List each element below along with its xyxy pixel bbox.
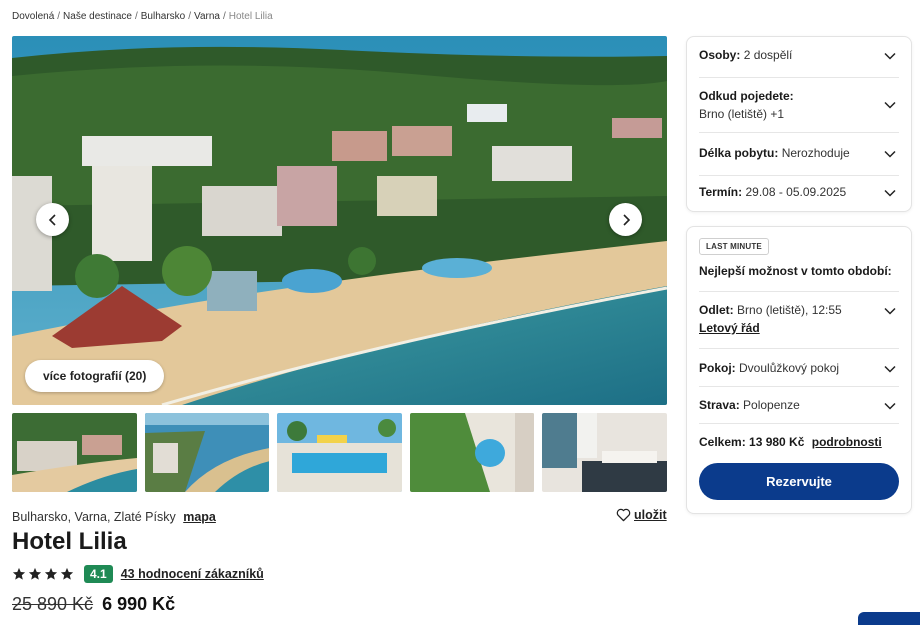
hotel-stars: [12, 567, 74, 581]
previous-photo-button[interactable]: [36, 203, 69, 236]
room-label: Pokoj:: [699, 361, 736, 375]
main-photo[interactable]: více fotografií (20): [12, 36, 667, 405]
hotel-location: Bulharsko, Varna, Zlaté Písky mapa: [12, 510, 216, 524]
flight-label: Odlet:: [699, 303, 734, 317]
star-icon: [12, 567, 26, 580]
flight-schedule-link[interactable]: Letový řád: [699, 321, 760, 335]
flight-value: Brno (letiště), 12:55: [737, 303, 842, 317]
board-value: Polopenze: [743, 398, 800, 412]
departure-selector[interactable]: Odkud pojedete: Brno (letiště) +1: [699, 87, 899, 133]
chevron-down-icon: [884, 150, 896, 158]
chevron-down-icon: [884, 365, 896, 373]
total-price: Celkem: 13 980 Kč podrobnosti: [699, 435, 882, 449]
new-price: 6 990 Kč: [102, 594, 176, 614]
flight-selector[interactable]: Odlet: Brno (letiště), 12:55 Letový řád: [699, 301, 899, 349]
thumbnail[interactable]: [12, 413, 137, 492]
chevron-down-icon: [884, 101, 896, 109]
term-value: 29.08 - 05.09.2025: [745, 185, 847, 199]
breadcrumb-separator: /: [222, 11, 226, 22]
breadcrumb-item-dovolena[interactable]: Dovolená: [12, 11, 54, 22]
length-label: Délka pobytu:: [699, 146, 779, 160]
room-value: Dvoulůžkový pokoj: [739, 361, 840, 375]
total-label: Celkem: 13 980 Kč: [699, 435, 805, 449]
board-selector[interactable]: Strava: Polopenze: [699, 396, 899, 424]
main-photo-image: [12, 36, 667, 405]
thumbnail[interactable]: [542, 413, 667, 492]
last-minute-badge: LAST MINUTE: [699, 238, 769, 255]
term-selector[interactable]: Termín: 29.08 - 05.09.2025: [699, 183, 899, 205]
reserve-button[interactable]: Rezervujte: [699, 463, 899, 500]
length-selector[interactable]: Délka pobytu: Nerozhoduje: [699, 144, 899, 176]
chevron-down-icon: [884, 52, 896, 60]
chevron-down-icon: [884, 189, 896, 197]
thumbnail[interactable]: [144, 413, 270, 492]
offer-panel: LAST MINUTE Nejlepší možnost v tomto obd…: [686, 226, 912, 514]
persons-value: 2 dospělí: [743, 48, 793, 62]
breadcrumb-current: Hotel Lilia: [228, 11, 273, 22]
location-text: Bulharsko, Varna, Zlaté Písky: [12, 510, 176, 524]
thumbnail-image: [12, 413, 137, 492]
chevron-down-icon: [884, 402, 896, 410]
thumbnail-strip: [12, 413, 667, 492]
thumbnail-image: [277, 413, 402, 492]
breadcrumb-item-varna[interactable]: Varna: [194, 11, 220, 22]
thumbnail-image: [144, 413, 270, 492]
breadcrumb-separator: /: [57, 11, 61, 22]
best-option-heading: Nejlepší možnost v tomto období:: [699, 264, 892, 278]
thumbnail[interactable]: [409, 413, 535, 492]
persons-label: Osoby:: [699, 48, 741, 62]
save-label: uložit: [634, 508, 667, 522]
thumbnail-image: [409, 413, 535, 492]
chevron-down-icon: [884, 307, 896, 315]
departure-value: Brno (letiště) +1: [699, 107, 785, 121]
thumbnail-image: [542, 413, 667, 492]
heart-icon: [616, 508, 631, 522]
breadcrumb-separator: /: [188, 11, 192, 22]
chevron-left-icon: [48, 213, 56, 226]
search-panel: Osoby: 2 dospělí Odkud pojedete: Brno (l…: [686, 36, 912, 212]
old-price: 25 890 Kč: [12, 594, 94, 614]
breadcrumb-item-destinace[interactable]: Naše destinace: [63, 11, 132, 22]
hotel-title: Hotel Lilia: [12, 528, 127, 555]
room-selector[interactable]: Pokoj: Dvoulůžkový pokoj: [699, 359, 899, 387]
divider: [699, 291, 899, 292]
length-value: Nerozhoduje: [781, 146, 850, 160]
chat-widget[interactable]: [858, 612, 920, 625]
star-icon: [28, 567, 42, 580]
breadcrumb: Dovolená / Naše destinace / Bulharsko / Varna /…: [12, 11, 273, 22]
score-badge: 4.1: [84, 565, 113, 583]
reviews-link[interactable]: 43 hodnocení zákazníků: [121, 567, 264, 581]
thumbnail[interactable]: [277, 413, 402, 492]
map-link[interactable]: mapa: [183, 510, 216, 524]
price-row: 25 890 Kč 6 990 Kč: [12, 594, 175, 615]
breadcrumb-item-bulharsko[interactable]: Bulharsko: [141, 11, 185, 22]
more-photos-button[interactable]: více fotografií (20): [25, 360, 165, 392]
details-link[interactable]: podrobnosti: [812, 435, 882, 449]
chevron-right-icon: [622, 213, 630, 226]
rating-row: 4.1 43 hodnocení zákazníků: [12, 565, 264, 583]
board-label: Strava:: [699, 398, 740, 412]
star-icon: [44, 567, 58, 580]
departure-label: Odkud pojedete:: [699, 89, 794, 103]
next-photo-button[interactable]: [609, 203, 642, 236]
persons-selector[interactable]: Osoby: 2 dospělí: [699, 46, 899, 78]
breadcrumb-separator: /: [134, 11, 138, 22]
term-label: Termín:: [699, 185, 743, 199]
star-icon: [60, 567, 74, 580]
save-button[interactable]: uložit: [616, 508, 667, 522]
